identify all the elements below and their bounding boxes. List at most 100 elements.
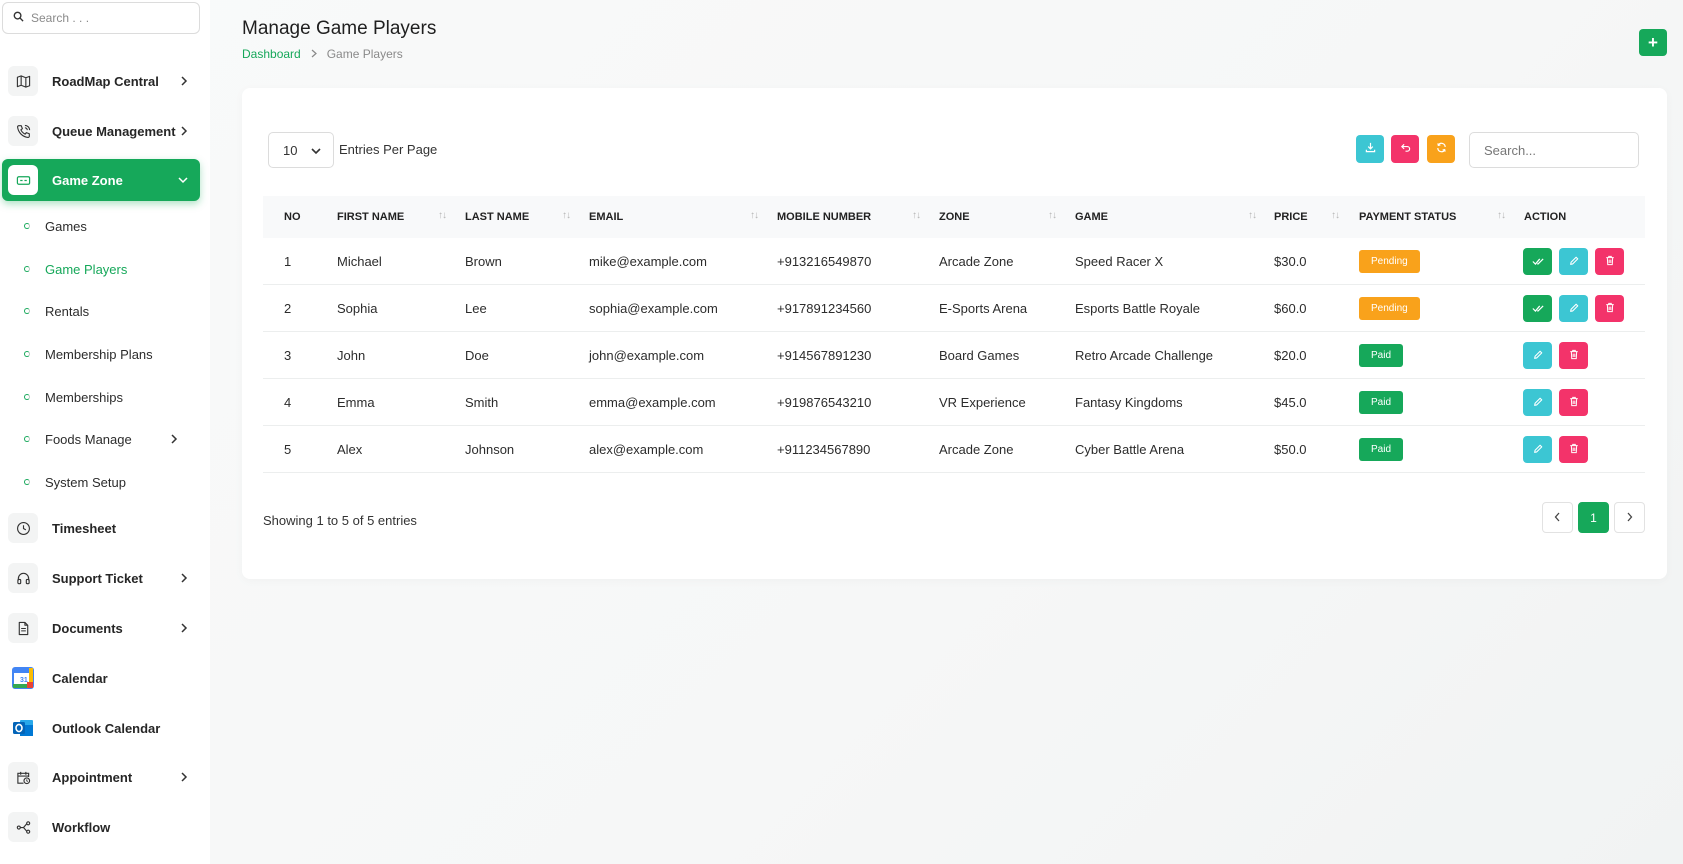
svg-text:31: 31 xyxy=(20,677,28,684)
sidebar-item-label: Appointment xyxy=(52,769,133,785)
cell-first-name: Sophia xyxy=(337,301,378,316)
edit-button[interactable] xyxy=(1523,436,1552,463)
sidebar-item-documents[interactable]: Documents xyxy=(2,607,200,649)
cell-game: Fantasy Kingdoms xyxy=(1075,395,1183,410)
sort-icon[interactable]: ↑↓ xyxy=(438,210,447,221)
cell-last-name: Doe xyxy=(465,348,489,363)
entries-value: 10 xyxy=(283,142,298,158)
sidebar-search-input[interactable] xyxy=(31,11,191,25)
sidebar-subitem-membership-plans[interactable]: Membership Plans xyxy=(24,341,194,367)
table-row: 5 Alex Johnson alex@example.com +9112345… xyxy=(263,426,1645,473)
column-header-price[interactable]: PRICE xyxy=(1274,211,1308,223)
sidebar-item-label: Outlook Calendar xyxy=(52,720,161,736)
sidebar-item-label: Workflow xyxy=(52,819,111,835)
sidebar-subitem-foods-manage[interactable]: Foods Manage xyxy=(24,426,194,452)
pagination-page-button[interactable]: 1 xyxy=(1578,502,1609,533)
clock-icon xyxy=(8,513,38,543)
double-check-icon xyxy=(1531,300,1544,318)
table-row: 2 Sophia Lee sophia@example.com +9178912… xyxy=(263,285,1645,332)
cell-game: Retro Arcade Challenge xyxy=(1075,348,1214,363)
sidebar-item-roadmap-central[interactable]: RoadMap Central xyxy=(2,60,200,102)
status-badge: Paid xyxy=(1359,391,1404,414)
column-header-game[interactable]: GAME xyxy=(1075,211,1108,223)
pagination-next-button[interactable] xyxy=(1614,502,1645,533)
sort-icon[interactable]: ↑↓ xyxy=(1331,210,1340,221)
sidebar-subitem-memberships[interactable]: Memberships xyxy=(24,384,194,410)
sidebar-item-outlook-calendar[interactable]: Outlook Calendar xyxy=(2,707,200,749)
edit-button[interactable] xyxy=(1523,389,1552,416)
sort-icon[interactable]: ↑↓ xyxy=(750,210,759,221)
approve-button[interactable] xyxy=(1523,295,1552,322)
table-row: 1 Michael Brown mike@example.com +913216… xyxy=(263,238,1645,285)
sidebar-subitem-rentals[interactable]: Rentals xyxy=(24,298,194,324)
edit-button[interactable] xyxy=(1559,295,1588,322)
delete-button[interactable] xyxy=(1595,295,1624,322)
entries-per-page-select[interactable]: 10 xyxy=(268,132,334,168)
ticket-icon xyxy=(8,165,38,195)
column-header-first-name[interactable]: FIRST NAME xyxy=(337,211,404,223)
chevron-right-icon xyxy=(180,772,188,782)
delete-button[interactable] xyxy=(1559,436,1588,463)
sort-icon[interactable]: ↑↓ xyxy=(1048,210,1057,221)
edit-button[interactable] xyxy=(1523,342,1552,369)
pencil-icon xyxy=(1569,253,1579,271)
breadcrumb-dashboard-link[interactable]: Dashboard xyxy=(242,47,301,61)
pagination-prev-button[interactable] xyxy=(1542,502,1573,533)
players-card: 10 Entries Per Page NO FIRST NAME ↑↓ LAS… xyxy=(242,88,1667,579)
sidebar-item-calendar[interactable]: 31 Calendar xyxy=(2,657,200,699)
sidebar-subitem-games[interactable]: Games xyxy=(24,213,194,239)
column-header-no: NO xyxy=(284,211,301,223)
headset-icon xyxy=(8,563,38,593)
chevron-right-icon xyxy=(170,434,178,444)
column-header-last-name[interactable]: LAST NAME xyxy=(465,211,529,223)
sidebar-subitem-system-setup[interactable]: System Setup xyxy=(24,469,194,495)
sidebar-item-game-zone[interactable]: Game Zone xyxy=(2,159,200,201)
sidebar-item-timesheet[interactable]: Timesheet xyxy=(2,507,200,549)
delete-button[interactable] xyxy=(1559,389,1588,416)
column-header-mobile-number[interactable]: MOBILE NUMBER xyxy=(777,211,871,223)
edit-button[interactable] xyxy=(1559,248,1588,275)
approve-button[interactable] xyxy=(1523,248,1552,275)
cell-no: 4 xyxy=(284,395,292,410)
cell-last-name: Smith xyxy=(465,395,499,410)
page-title: Manage Game Players xyxy=(242,18,437,39)
sort-icon[interactable]: ↑↓ xyxy=(1248,210,1257,221)
column-header-zone[interactable]: ZONE xyxy=(939,211,970,223)
cell-last-name: Lee xyxy=(465,301,487,316)
sort-icon[interactable]: ↑↓ xyxy=(1497,210,1506,221)
delete-button[interactable] xyxy=(1595,248,1624,275)
calendar-clock-icon xyxy=(8,762,38,792)
sidebar-subitem-label: System Setup xyxy=(45,474,126,490)
column-header-email[interactable]: EMAIL xyxy=(589,211,623,223)
sidebar-item-support-ticket[interactable]: Support Ticket xyxy=(2,557,200,599)
google-calendar-icon: 31 xyxy=(8,663,38,693)
table-search-input[interactable] xyxy=(1484,142,1624,158)
sidebar-subitem-label: Memberships xyxy=(45,389,124,405)
sidebar-item-workflow[interactable]: Workflow xyxy=(2,806,200,848)
refresh-button[interactable] xyxy=(1427,135,1455,163)
download-button[interactable] xyxy=(1356,135,1384,163)
sidebar: RoadMap Central Queue Management Game Zo… xyxy=(0,0,210,864)
sidebar-subitem-game-players[interactable]: Game Players xyxy=(24,256,194,282)
sidebar-search[interactable] xyxy=(2,2,200,34)
table-search[interactable] xyxy=(1469,132,1639,168)
sidebar-item-label: Calendar xyxy=(52,670,108,686)
cell-zone: Board Games xyxy=(939,348,1020,363)
sidebar-item-queue-management[interactable]: Queue Management xyxy=(2,110,200,152)
cell-no: 3 xyxy=(284,348,292,363)
cell-price: $20.0 xyxy=(1274,348,1307,363)
sort-icon[interactable]: ↑↓ xyxy=(912,210,921,221)
undo-button[interactable] xyxy=(1391,135,1419,163)
breadcrumb: Dashboard Game Players xyxy=(242,47,403,61)
pencil-icon xyxy=(1569,300,1579,318)
delete-button[interactable] xyxy=(1559,342,1588,369)
pencil-icon xyxy=(1533,347,1543,365)
sort-icon[interactable]: ↑↓ xyxy=(562,210,571,221)
cell-email: emma@example.com xyxy=(589,395,716,410)
sidebar-item-appointment[interactable]: Appointment xyxy=(2,756,200,798)
cell-last-name: Brown xyxy=(465,254,502,269)
cell-last-name: Johnson xyxy=(465,442,515,457)
add-player-button[interactable]: + xyxy=(1639,29,1667,56)
sidebar-subitem-label: Foods Manage xyxy=(45,431,132,447)
column-header-payment-status[interactable]: PAYMENT STATUS xyxy=(1359,211,1456,223)
